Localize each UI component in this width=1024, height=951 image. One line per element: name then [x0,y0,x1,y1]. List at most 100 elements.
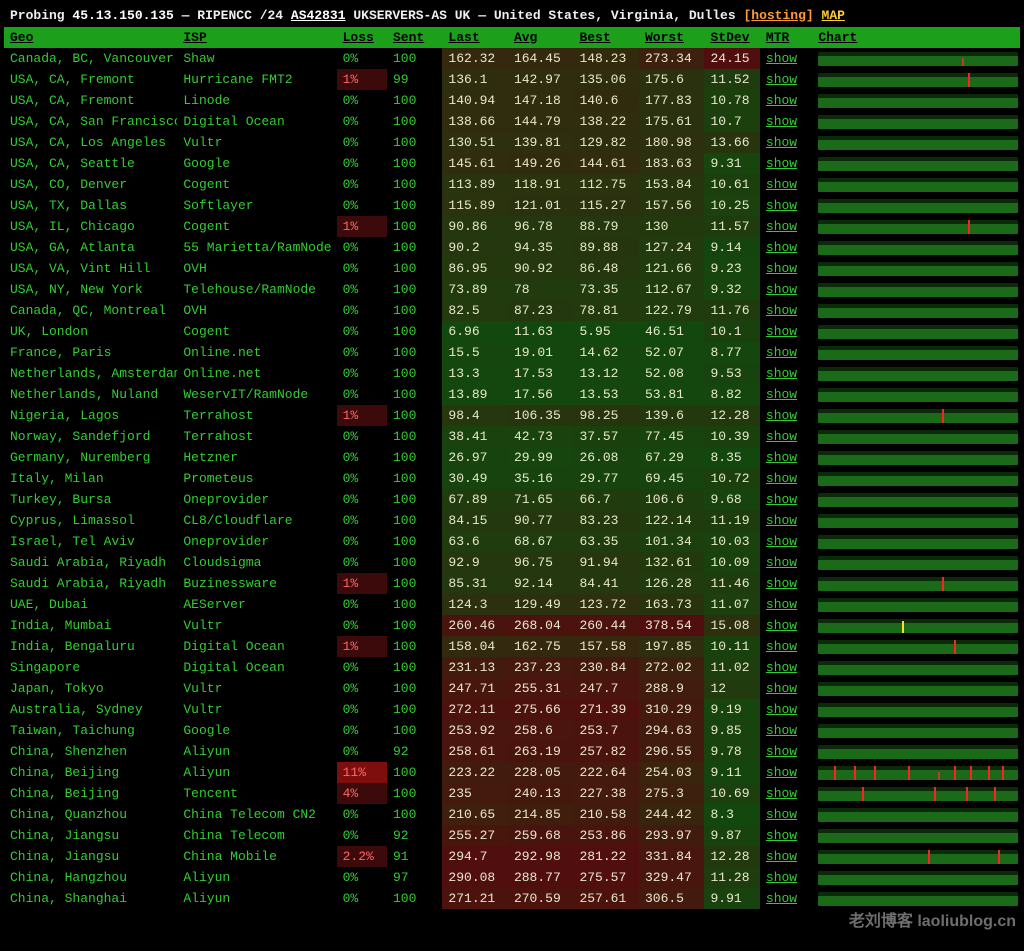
mtr-show-link[interactable]: show [766,114,797,129]
mtr-show-link[interactable]: show [766,492,797,507]
cell-stdev: 9.14 [704,237,759,258]
mtr-show-link[interactable]: show [766,93,797,108]
col-header-geo[interactable]: Geo [4,27,177,48]
mtr-show-link[interactable]: show [766,786,797,801]
mtr-show-link[interactable]: show [766,72,797,87]
col-header-avg[interactable]: Avg [508,27,574,48]
mtr-show-link[interactable]: show [766,639,797,654]
mtr-show-link[interactable]: show [766,303,797,318]
cell-loss: 0% [337,258,387,279]
asn-link[interactable]: AS42831 [291,8,346,23]
latency-sparkline [818,367,1018,381]
cell-best: 98.25 [573,405,639,426]
mtr-show-link[interactable]: show [766,177,797,192]
col-header-mtr[interactable]: MTR [760,27,812,48]
cell-chart [812,552,1020,573]
cell-sent: 100 [387,258,442,279]
cell-stdev: 9.23 [704,258,759,279]
cell-mtr: show [760,825,812,846]
map-link[interactable]: MAP [822,8,845,23]
mtr-show-link[interactable]: show [766,870,797,885]
mtr-show-link[interactable]: show [766,513,797,528]
cell-chart [812,384,1020,405]
cell-stdev: 11.28 [704,867,759,888]
mtr-show-link[interactable]: show [766,450,797,465]
latency-sparkline [818,241,1018,255]
packet-loss-spike [928,850,930,864]
cell-isp: Vultr [177,615,336,636]
mtr-show-link[interactable]: show [766,723,797,738]
cell-isp: OVH [177,258,336,279]
cell-sent: 100 [387,804,442,825]
table-row: USA, CA, San FranciscoDigital Ocean0%100… [4,111,1020,132]
as-name: UKSERVERS-AS UK [353,8,470,23]
cell-loss: 0% [337,888,387,909]
mtr-show-link[interactable]: show [766,891,797,906]
mtr-show-link[interactable]: show [766,324,797,339]
col-header-isp[interactable]: ISP [177,27,336,48]
mtr-show-link[interactable]: show [766,240,797,255]
mtr-show-link[interactable]: show [766,282,797,297]
cell-geo: USA, NY, New York [4,279,177,300]
mtr-show-link[interactable]: show [766,156,797,171]
packet-loss-spike [998,850,1000,864]
latency-sparkline [818,115,1018,129]
cell-mtr: show [760,279,812,300]
mtr-show-link[interactable]: show [766,576,797,591]
mtr-show-link[interactable]: show [766,660,797,675]
mtr-show-link[interactable]: show [766,219,797,234]
col-header-stdev[interactable]: StDev [704,27,759,48]
col-header-last[interactable]: Last [442,27,508,48]
mtr-show-link[interactable]: show [766,429,797,444]
cell-geo: Cyprus, Limassol [4,510,177,531]
cell-mtr: show [760,405,812,426]
mtr-show-link[interactable]: show [766,534,797,549]
cell-isp: Vultr [177,132,336,153]
cell-mtr: show [760,720,812,741]
mtr-show-link[interactable]: show [766,198,797,213]
mtr-show-link[interactable]: show [766,408,797,423]
cell-avg: 90.92 [508,258,574,279]
table-row: China, BeijingAliyun11%100223.22228.0522… [4,762,1020,783]
cell-sent: 100 [387,699,442,720]
col-header-chart[interactable]: Chart [812,27,1020,48]
mtr-show-link[interactable]: show [766,828,797,843]
cell-last: 272.11 [442,699,508,720]
mtr-show-link[interactable]: show [766,597,797,612]
cell-chart [812,111,1020,132]
mtr-show-link[interactable]: show [766,807,797,822]
cell-best: 66.7 [573,489,639,510]
mtr-show-link[interactable]: show [766,744,797,759]
cell-geo: China, Shenzhen [4,741,177,762]
hosting-link[interactable]: hosting [751,8,806,23]
cell-loss: 0% [337,699,387,720]
cell-mtr: show [760,762,812,783]
mtr-show-link[interactable]: show [766,618,797,633]
mtr-show-link[interactable]: show [766,765,797,780]
cell-last: 210.65 [442,804,508,825]
col-header-worst[interactable]: Worst [639,27,705,48]
col-header-loss[interactable]: Loss [337,27,387,48]
table-row: China, BeijingTencent4%100235240.13227.3… [4,783,1020,804]
mtr-show-link[interactable]: show [766,366,797,381]
mtr-show-link[interactable]: show [766,51,797,66]
cell-isp: Telehouse/RamNode [177,279,336,300]
mtr-show-link[interactable]: show [766,261,797,276]
mtr-show-link[interactable]: show [766,849,797,864]
mtr-show-link[interactable]: show [766,387,797,402]
col-header-sent[interactable]: Sent [387,27,442,48]
cell-stdev: 9.31 [704,153,759,174]
mtr-show-link[interactable]: show [766,345,797,360]
mtr-show-link[interactable]: show [766,681,797,696]
cell-avg: 292.98 [508,846,574,867]
mtr-show-link[interactable]: show [766,471,797,486]
col-header-best[interactable]: Best [573,27,639,48]
cell-geo: USA, CA, Fremont [4,69,177,90]
mtr-show-link[interactable]: show [766,135,797,150]
packet-loss-spike [908,766,910,780]
mtr-show-link[interactable]: show [766,702,797,717]
cell-last: 253.92 [442,720,508,741]
cell-avg: 11.63 [508,321,574,342]
mtr-show-link[interactable]: show [766,555,797,570]
cell-geo: Saudi Arabia, Riyadh [4,552,177,573]
